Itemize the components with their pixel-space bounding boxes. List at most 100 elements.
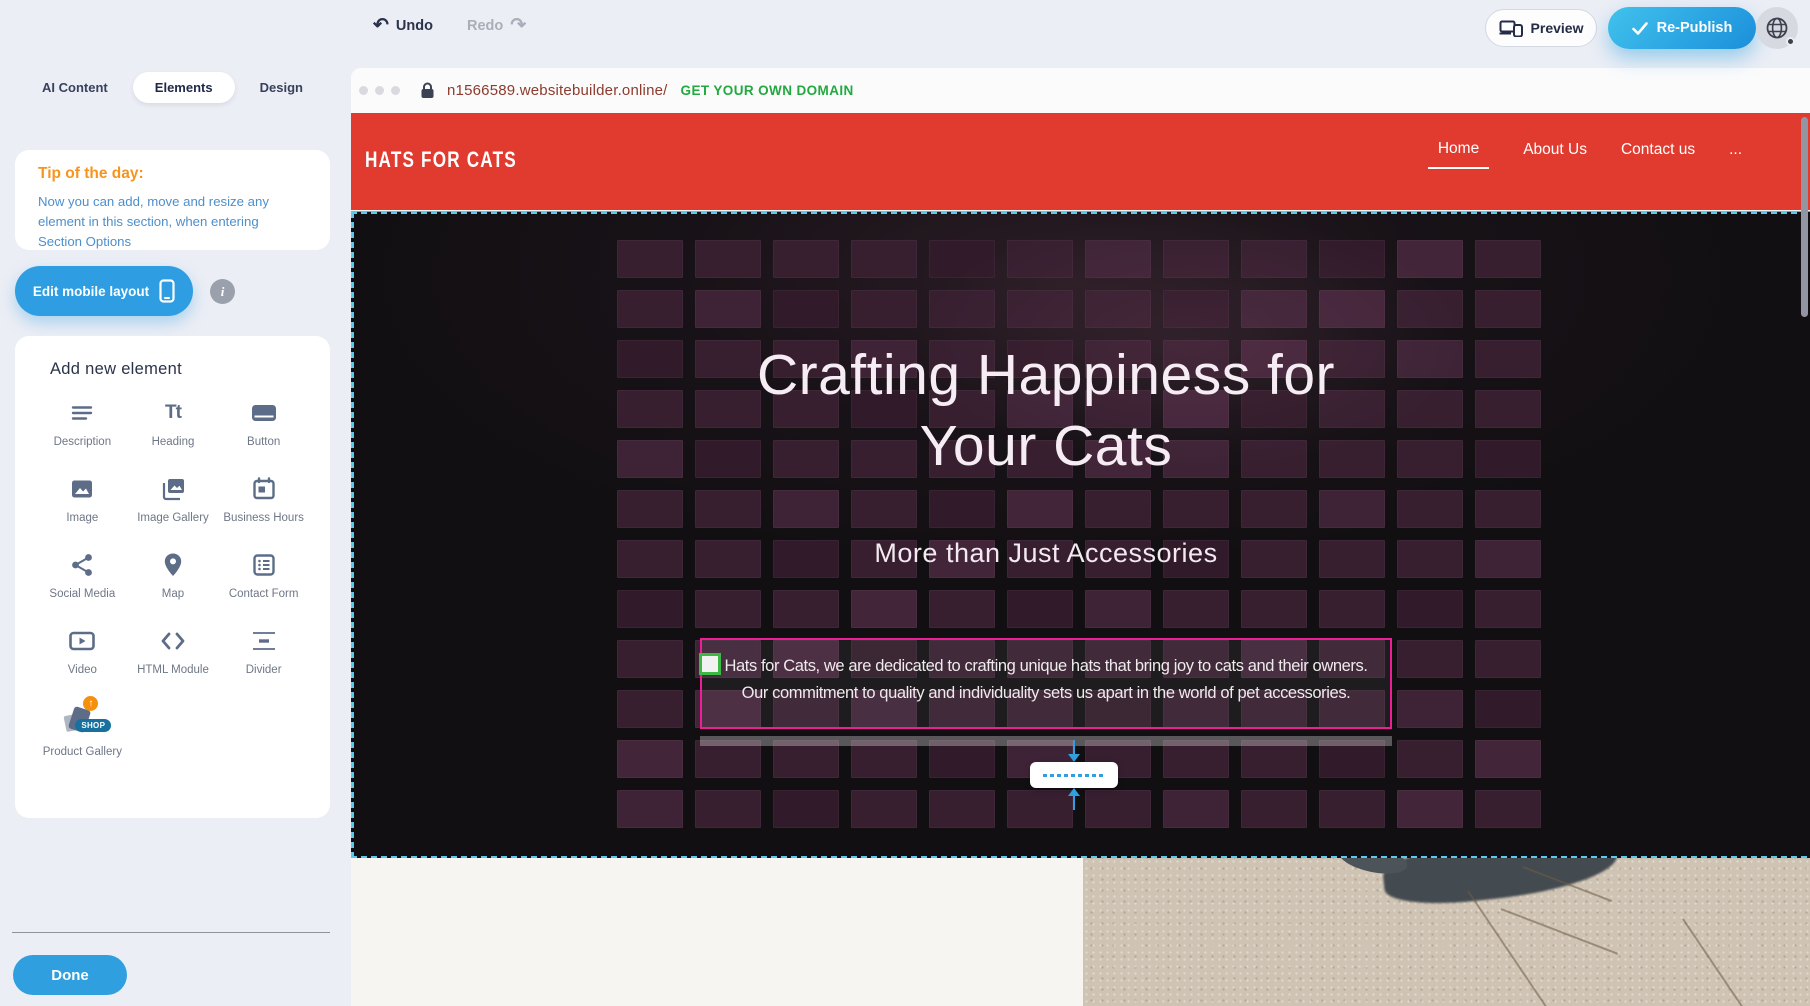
hero-subheading[interactable]: More than Just Accessories xyxy=(691,538,1401,569)
add-new-element-card: Add new element Description Tt Heading B… xyxy=(15,336,330,818)
element-image[interactable]: Image xyxy=(39,474,125,526)
site-preview-window: n1566589.websitebuilder.online/ GET YOUR… xyxy=(351,68,1810,1006)
info-icon[interactable]: i xyxy=(210,279,235,304)
hero-tile xyxy=(1007,240,1073,278)
hero-tile xyxy=(851,790,917,828)
divider-icon xyxy=(249,626,279,656)
hero-tile xyxy=(1085,290,1151,328)
element-image-gallery[interactable]: Image Gallery xyxy=(130,474,216,526)
hero-tile xyxy=(617,540,683,578)
next-section-photo xyxy=(1083,858,1810,1006)
hero-tile xyxy=(1475,790,1541,828)
tab-design[interactable]: Design xyxy=(248,72,315,103)
hero-tile xyxy=(1397,390,1463,428)
contact-form-icon xyxy=(249,550,279,580)
redo-label: Redo xyxy=(467,18,503,34)
redo-button[interactable]: Redo ↷ xyxy=(467,16,526,35)
hero-tile xyxy=(1007,790,1073,828)
social-media-icon xyxy=(67,550,97,580)
section-border-top xyxy=(351,211,1810,214)
hero-tile xyxy=(929,490,995,528)
hero-tile xyxy=(695,490,761,528)
hero-tile xyxy=(617,340,683,378)
get-domain-link[interactable]: GET YOUR OWN DOMAIN xyxy=(681,83,854,98)
hero-tile xyxy=(851,240,917,278)
undo-label: Undo xyxy=(396,18,433,34)
site-url[interactable]: n1566589.websitebuilder.online/ xyxy=(447,82,668,99)
element-html-module[interactable]: HTML Module xyxy=(130,626,216,678)
undo-button[interactable]: ↶ Undo xyxy=(373,16,433,35)
preview-scrollbar[interactable] xyxy=(1801,117,1808,317)
hero-tile xyxy=(773,240,839,278)
hero-tile xyxy=(929,590,995,628)
element-description[interactable]: Description xyxy=(39,398,125,450)
edit-mobile-layout-button[interactable]: Edit mobile layout xyxy=(15,266,193,316)
tab-elements[interactable]: Elements xyxy=(133,72,235,103)
tab-ai-content[interactable]: AI Content xyxy=(30,72,120,103)
nav-home[interactable]: Home xyxy=(1428,140,1489,169)
editor-topbar: ↶ Undo Redo ↷ Preview Re-Publish xyxy=(0,0,1810,58)
hero-tile xyxy=(1319,590,1385,628)
hero-tile xyxy=(617,290,683,328)
hero-tile xyxy=(695,240,761,278)
hero-tile xyxy=(1241,290,1307,328)
tip-body: Now you can add, move and resize any ele… xyxy=(38,192,306,251)
hero-tile xyxy=(773,590,839,628)
hero-tile xyxy=(617,440,683,478)
element-product-gallery[interactable]: ↑ SHOP Product Gallery xyxy=(39,702,125,760)
republish-label: Re-Publish xyxy=(1657,20,1733,36)
hero-tile xyxy=(1397,690,1463,728)
hero-description-line-2: Our commitment to quality and individual… xyxy=(702,680,1390,707)
hero-tile xyxy=(1241,490,1307,528)
element-social-media[interactable]: Social Media xyxy=(39,550,125,602)
preview-button[interactable]: Preview xyxy=(1485,9,1597,47)
element-heading[interactable]: Tt Heading xyxy=(130,398,216,450)
element-divider[interactable]: Divider xyxy=(221,626,307,678)
hero-tile xyxy=(1007,490,1073,528)
browser-address-bar: n1566589.websitebuilder.online/ GET YOUR… xyxy=(351,68,1810,113)
element-video[interactable]: Video xyxy=(39,626,125,678)
hero-tile xyxy=(1475,740,1541,778)
republish-button[interactable]: Re-Publish xyxy=(1608,7,1756,49)
element-button[interactable]: Button xyxy=(221,398,307,450)
tip-title: Tip of the day: xyxy=(38,165,144,183)
globe-status-dot xyxy=(1786,37,1795,46)
hero-description[interactable]: Hats for Cats, we are dedicated to craft… xyxy=(702,653,1390,707)
nav-contact-us[interactable]: Contact us xyxy=(1621,141,1695,168)
lock-icon xyxy=(420,82,435,99)
hero-tile xyxy=(1475,590,1541,628)
hero-tile xyxy=(617,590,683,628)
floor-grout-line xyxy=(1682,918,1756,1006)
hero-tile xyxy=(1319,490,1385,528)
language-globe-button[interactable] xyxy=(1756,7,1798,49)
hero-tile xyxy=(1475,390,1541,428)
hero-tile xyxy=(1085,240,1151,278)
element-contact-form[interactable]: Contact Form xyxy=(221,550,307,602)
phone-icon xyxy=(159,279,175,303)
nav-more-ellipsis[interactable]: ... xyxy=(1729,141,1742,168)
hero-tile xyxy=(695,290,761,328)
devices-icon xyxy=(1499,20,1523,37)
hero-tile xyxy=(1163,240,1229,278)
business-hours-icon xyxy=(249,474,279,504)
upload-arrow-icon: ↑ xyxy=(83,696,98,711)
hero-tile xyxy=(1319,790,1385,828)
section-options-panel: Section options AI Content Elements Desi… xyxy=(0,0,345,1006)
selected-text-element[interactable]: Hats for Cats, we are dedicated to craft… xyxy=(700,638,1392,729)
hero-tile xyxy=(929,290,995,328)
floor-grout-line xyxy=(1467,890,1550,1006)
hero-tile xyxy=(1397,290,1463,328)
hero-tile xyxy=(617,640,683,678)
hero-heading[interactable]: Crafting Happiness for Your Cats xyxy=(691,340,1401,483)
hero-tile xyxy=(1007,590,1073,628)
nav-about-us[interactable]: About Us xyxy=(1523,141,1587,168)
hero-tile xyxy=(1397,540,1463,578)
element-business-hours[interactable]: Business Hours xyxy=(221,474,307,526)
element-map[interactable]: Map xyxy=(130,550,216,602)
edit-mobile-label: Edit mobile layout xyxy=(33,284,149,299)
hero-description-line-1: Hats for Cats, we are dedicated to craft… xyxy=(702,653,1390,680)
done-button[interactable]: Done xyxy=(13,955,127,995)
site-logo[interactable]: HATS FOR CATS xyxy=(365,147,517,173)
preview-label: Preview xyxy=(1531,20,1584,36)
panel-divider xyxy=(12,932,330,933)
